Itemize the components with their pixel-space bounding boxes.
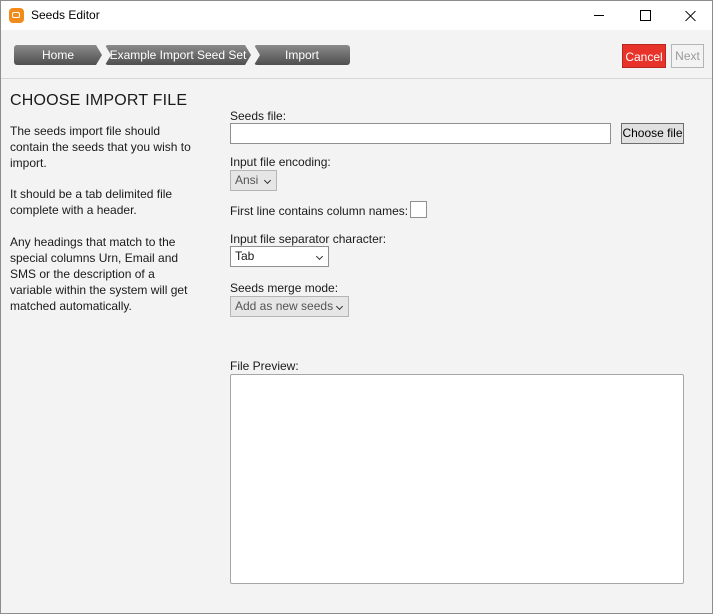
breadcrumb-import[interactable]: Import (254, 45, 350, 65)
info-paragraph-file-format: It should be a tab delimited file comple… (10, 187, 173, 217)
next-button[interactable]: Next (671, 44, 704, 68)
cancel-button[interactable]: Cancel (622, 44, 666, 68)
choose-file-button[interactable]: Choose file (621, 123, 684, 144)
breadcrumb-home[interactable]: Home (14, 45, 102, 65)
minimize-icon (594, 15, 604, 16)
file-preview-label: File Preview: (230, 359, 299, 373)
seeds-file-input[interactable] (230, 123, 611, 144)
encoding-select[interactable]: Ansi (230, 170, 277, 191)
file-preview-box[interactable] (230, 374, 684, 584)
app-logo-icon (9, 8, 24, 23)
breadcrumb-seed-set[interactable]: Example Import Seed Set (105, 45, 251, 65)
close-button[interactable] (668, 1, 712, 30)
chevron-down-icon (315, 252, 324, 261)
merge-mode-select[interactable]: Add as new seeds (230, 296, 349, 317)
chevron-down-icon (263, 176, 272, 185)
info-paragraph-heading-matching: Any headings that match to the special c… (10, 235, 188, 313)
encoding-value: Ansi (235, 173, 259, 187)
info-paragraph-file-contents: The seeds import file should contain the… (10, 124, 191, 170)
seeds-file-label: Seeds file: (230, 109, 287, 123)
minimize-button[interactable] (576, 1, 622, 30)
close-icon (685, 10, 697, 22)
window-title: Seeds Editor (31, 8, 100, 22)
encoding-label: Input file encoding: (230, 155, 331, 169)
page-title: CHOOSE IMPORT FILE (10, 92, 188, 109)
maximize-button[interactable] (622, 1, 668, 30)
maximize-icon (639, 10, 651, 21)
first-line-label: First line contains column names: (230, 204, 409, 218)
title-bar: Seeds Editor (1, 1, 712, 30)
separator-label: Input file separator character: (230, 232, 387, 246)
seeds-editor-window: Seeds Editor Home Example Import Seed Se… (0, 0, 713, 614)
separator-value: Tab (235, 249, 255, 263)
merge-mode-value: Add as new seeds (235, 299, 334, 313)
first-line-checkbox[interactable] (410, 201, 427, 218)
separator-select[interactable]: Tab (230, 246, 329, 267)
wizard-toolbar: Home Example Import Seed Set Import Canc… (1, 30, 712, 79)
chevron-down-icon (335, 302, 344, 311)
merge-mode-label: Seeds merge mode: (230, 281, 339, 295)
